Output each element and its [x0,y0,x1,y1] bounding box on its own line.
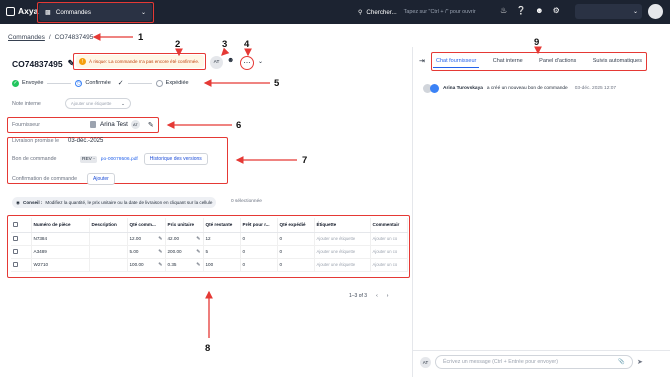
annotation-number: 5 [274,78,280,89]
annotation-number: 7 [302,155,308,166]
annotation-arrows [92,33,542,338]
annotation-number: 6 [236,120,242,131]
annotation-number: 2 [175,39,181,50]
annotation-number: 9 [534,37,540,48]
annotation-number: 4 [244,39,250,50]
annotation-number: 3 [222,39,228,50]
annotation-number: 8 [205,343,211,354]
annotation-number: 1 [138,32,144,43]
